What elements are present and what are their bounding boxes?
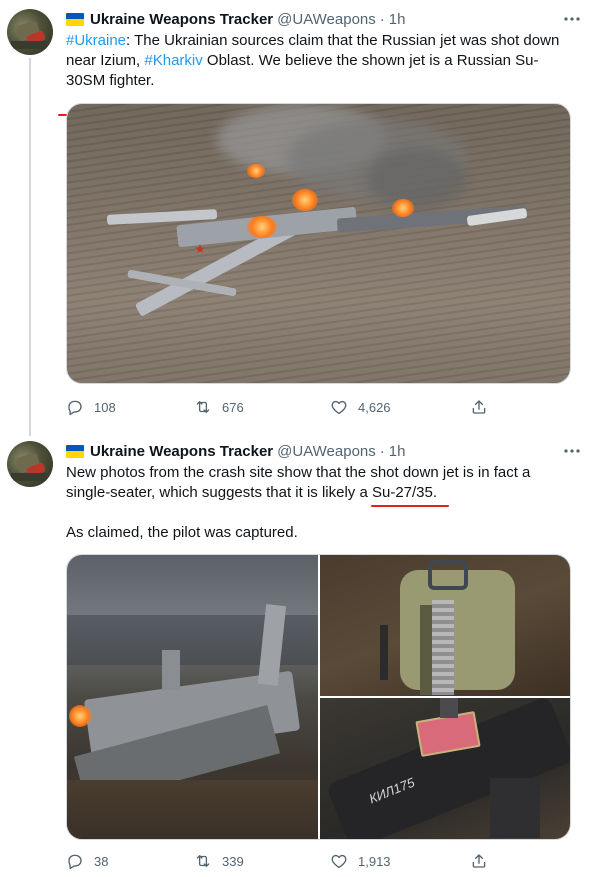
tweet-text-segment: fighter. (105, 72, 155, 89)
ukraine-flag-icon (66, 12, 84, 26)
reply-count: 38 (94, 853, 109, 869)
red-annotation-underline (371, 505, 449, 507)
share-icon (472, 400, 486, 414)
share-button[interactable] (470, 852, 488, 870)
reply-button[interactable]: 38 (66, 852, 108, 870)
retweet-icon (196, 855, 210, 867)
retweet-count: 676 (222, 399, 244, 415)
more-horizontal-icon[interactable] (562, 9, 582, 29)
tweet-header: Ukraine Weapons Tracker @UAWeapons · 1h (66, 9, 582, 29)
avatar[interactable] (7, 9, 53, 55)
timestamp[interactable]: 1h (389, 443, 406, 460)
retweet-button[interactable]: 339 (194, 852, 244, 870)
tweet-image[interactable]: КИЛ175 (320, 695, 570, 839)
separator-dot: · (379, 442, 385, 460)
tweet[interactable]: Ukraine Weapons Tracker @UAWeapons · 1h … (0, 0, 600, 432)
retweet-count: 339 (222, 853, 244, 869)
heart-icon (331, 854, 347, 869)
retweet-button[interactable]: 676 (194, 398, 244, 416)
tweet-text-segment: New photos from the crash site show that… (66, 464, 531, 501)
tweet-image[interactable] (320, 555, 570, 696)
tweet-image[interactable] (67, 555, 318, 839)
tweet-actions: 38 339 1,913 (66, 850, 506, 872)
reply-icon (68, 400, 82, 416)
like-button[interactable]: 1,913 (330, 852, 391, 870)
like-button[interactable]: 4,626 (330, 398, 391, 416)
tweet-image-grid: КИЛ175 (66, 554, 571, 840)
hashtag-link[interactable]: #Kharkiv (144, 52, 202, 69)
heart-icon (331, 400, 347, 415)
retweet-icon (196, 401, 210, 413)
reply-icon (68, 854, 82, 870)
like-count: 4,626 (358, 399, 391, 415)
more-horizontal-icon[interactable] (562, 441, 582, 461)
user-handle[interactable]: @UAWeapons (277, 11, 376, 28)
reply-count: 108 (94, 399, 116, 415)
ukraine-flag-icon (66, 444, 84, 458)
aircraft-type-highlight: Su-27/35 (371, 484, 433, 501)
separator-dot: · (379, 10, 385, 28)
tweet-paragraph: As claimed, the pilot was captured. (66, 524, 298, 541)
share-button[interactable] (470, 398, 488, 416)
tweet-text: New photos from the crash site show that… (66, 463, 571, 543)
display-name[interactable]: Ukraine Weapons Tracker (90, 11, 273, 28)
user-handle[interactable]: @UAWeapons (277, 443, 376, 460)
tweet[interactable]: Ukraine Weapons Tracker @UAWeapons · 1h … (0, 432, 600, 877)
like-count: 1,913 (358, 853, 391, 869)
tweet-header: Ukraine Weapons Tracker @UAWeapons · 1h (66, 441, 582, 461)
reply-button[interactable]: 108 (66, 398, 116, 416)
share-icon (472, 854, 486, 868)
tweet-text-segment: Oblast. We believe the shown jet is a Ru… (202, 52, 516, 69)
display-name[interactable]: Ukraine Weapons Tracker (90, 443, 273, 460)
tweet-image[interactable] (66, 103, 571, 384)
avatar[interactable] (7, 441, 53, 487)
tweet-text-segment: . (432, 484, 438, 501)
tweet-text: #Ukraine: The Ukrainian sources claim th… (58, 31, 576, 116)
hashtag-link[interactable]: #Ukraine (66, 32, 126, 49)
tweet-actions: 108 676 4,626 (66, 396, 506, 418)
timestamp[interactable]: 1h (389, 11, 406, 28)
